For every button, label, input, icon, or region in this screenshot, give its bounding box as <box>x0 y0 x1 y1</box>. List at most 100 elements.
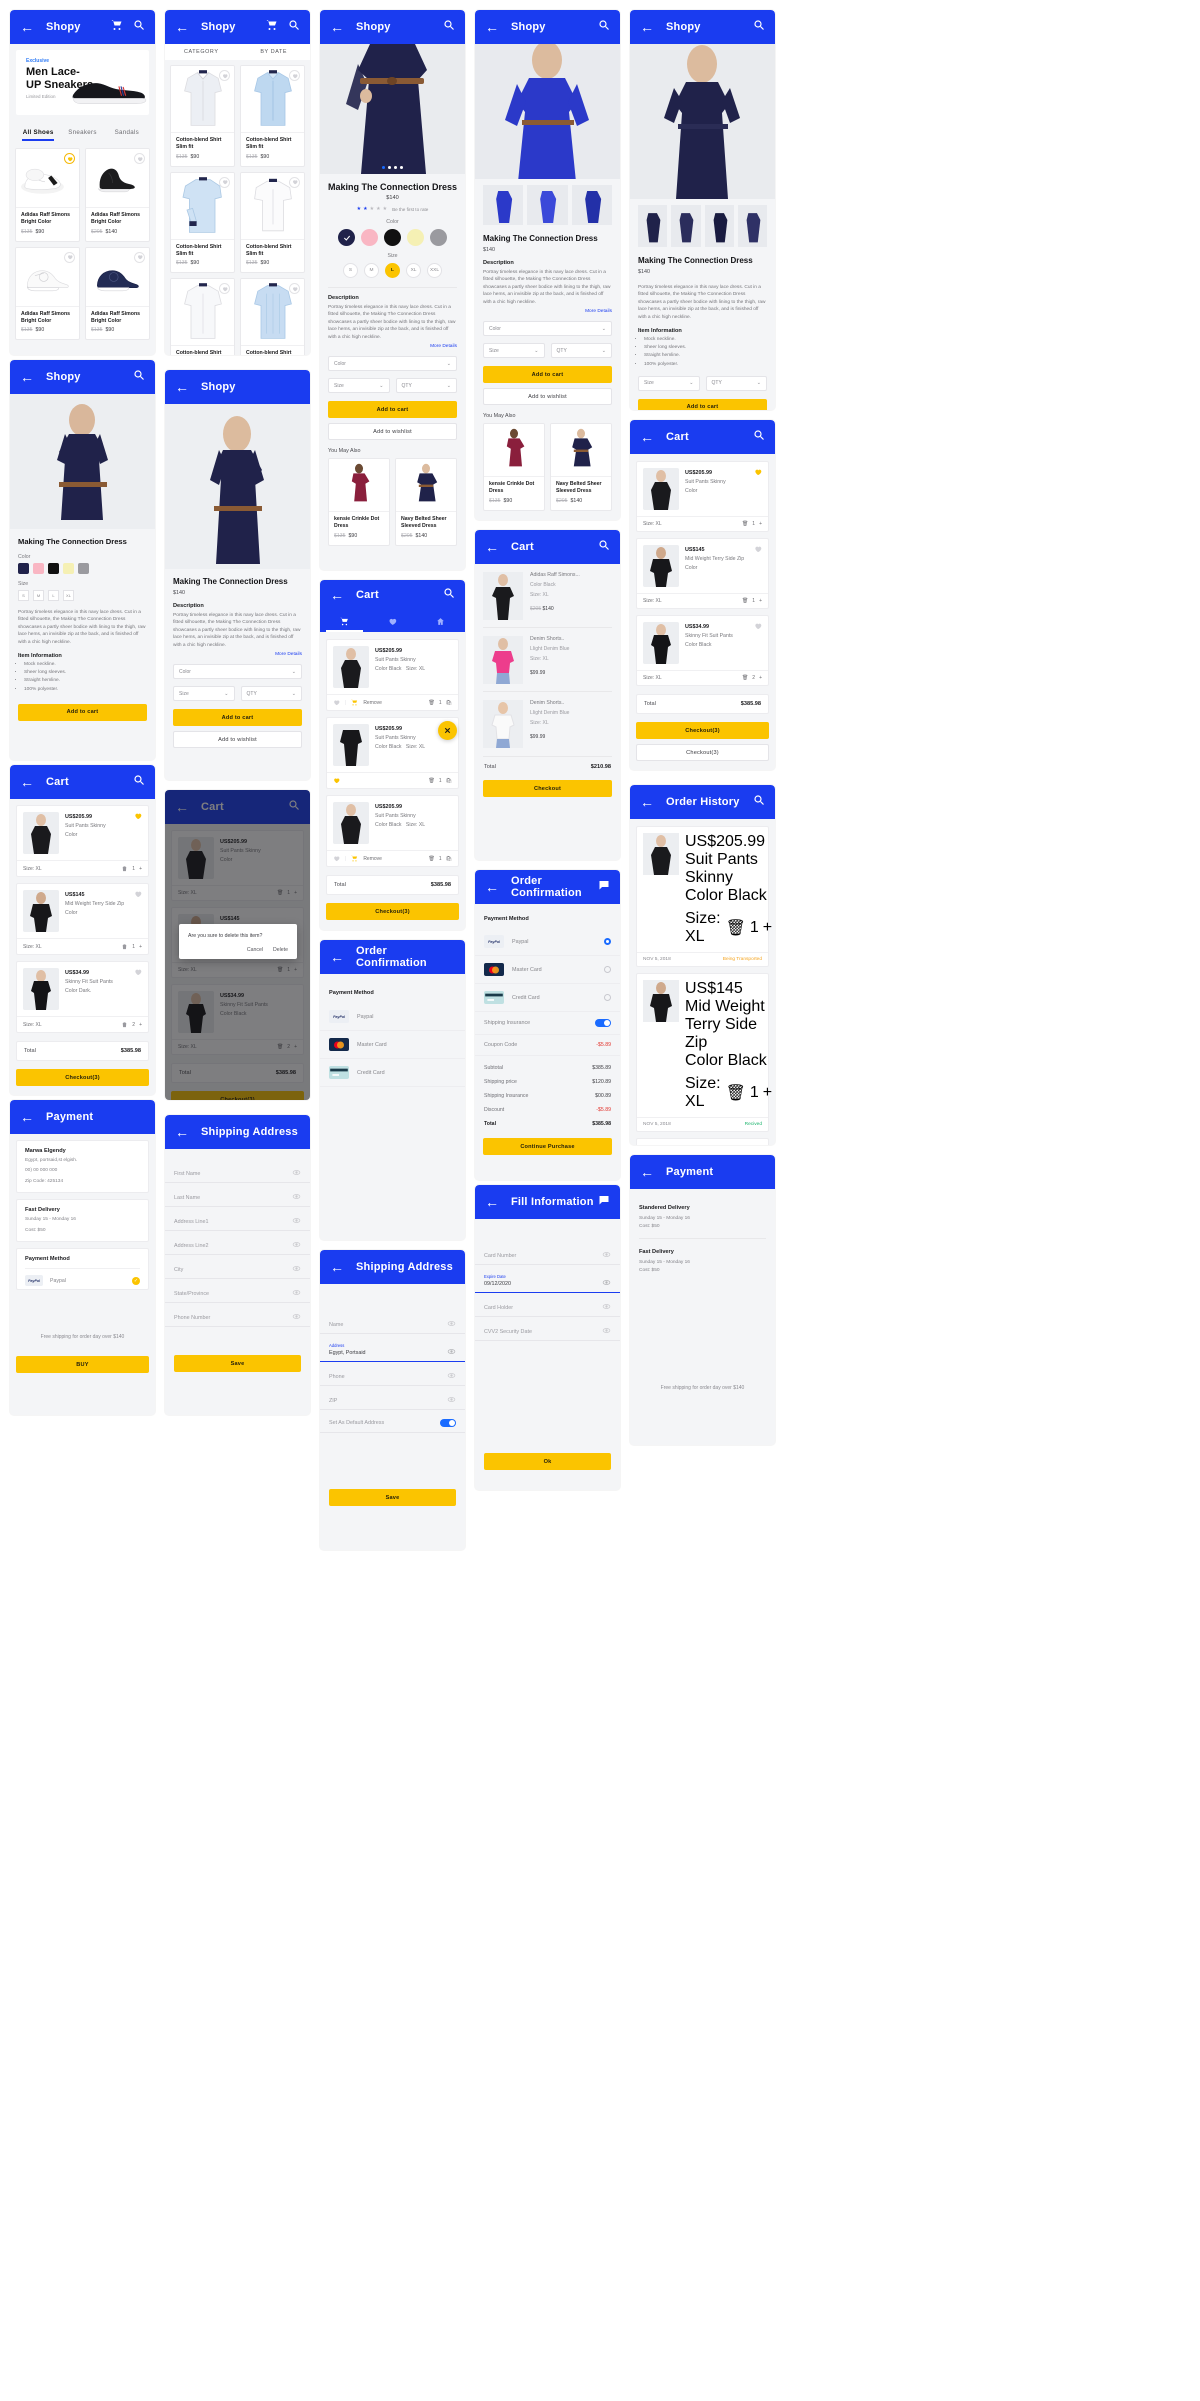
thumbnail[interactable] <box>571 185 612 225</box>
product-card[interactable]: Cotton-blend Shirt Slim fit$135$90 <box>240 65 305 167</box>
tab-sneakers[interactable]: Sneakers <box>60 121 104 143</box>
favorite-icon[interactable] <box>754 468 762 510</box>
size-option-l[interactable]: L <box>48 590 59 601</box>
image-carousel-dots[interactable] <box>320 166 465 169</box>
favorite-icon[interactable] <box>754 622 762 664</box>
standard-delivery-card[interactable]: Standered Delivery Sunday 15 - Monday 16… <box>630 1189 775 1229</box>
payment-method-mastercard[interactable]: Master Card <box>320 1031 465 1059</box>
shipping-insurance-toggle[interactable] <box>595 1019 611 1027</box>
last-name-field[interactable]: Last Name <box>165 1183 310 1207</box>
cart-item-row[interactable]: Denim Shorts.. LIight Denim Blue Size: X… <box>475 628 620 684</box>
back-icon[interactable]: ← <box>485 20 499 34</box>
product-card[interactable]: Adidas Raff Simons Bright Color $135 $90 <box>15 246 80 341</box>
thumbnail[interactable] <box>704 205 734 247</box>
add-to-wishlist-button[interactable]: Add to wishlist <box>483 388 612 406</box>
add-to-wishlist-button[interactable]: Add to wishlist <box>173 731 302 749</box>
favorite-icon[interactable] <box>219 176 230 188</box>
delivery-card[interactable]: Fast Delivery Sunday 15 - Monday 16 Cost… <box>16 1199 149 1243</box>
trash-icon[interactable]: 🗑 <box>726 918 746 938</box>
default-address-row[interactable]: Set As Default Address <box>320 1410 465 1433</box>
favorite-icon[interactable] <box>134 890 142 932</box>
favorite-icon[interactable] <box>333 699 340 706</box>
size-option-m[interactable]: M <box>33 590 44 601</box>
related-product-card[interactable]: kensie Crinkle Dot Dress $135 $90 <box>328 458 390 546</box>
trash-icon[interactable]: 🗑 <box>429 778 435 784</box>
payment-method-creditcard[interactable]: Credit Card <box>475 984 620 1012</box>
product-card[interactable]: Cotton-blend Shirt Slim fit$135$90 <box>170 278 235 355</box>
expire-date-field[interactable]: Expire Date 09/12/2020 <box>475 1265 620 1293</box>
cart-icon[interactable] <box>351 699 358 706</box>
continue-purchase-button[interactable]: Continue Purchase <box>483 1138 612 1155</box>
payment-method-paypal[interactable]: PayPal Paypal <box>320 1003 465 1031</box>
size-option-s[interactable]: S <box>343 263 358 278</box>
cart-item-row[interactable]: US$34.99 Skinny Fit Suit Pants Color Black… <box>636 615 769 686</box>
color-swatch-cream[interactable] <box>407 229 424 246</box>
bag-icon[interactable]: 🛍 <box>446 778 452 784</box>
thumbnail[interactable] <box>527 185 568 225</box>
order-history-row[interactable]: US$145 Mid Weight Terry Side Zip Color B… <box>636 973 772 1132</box>
color-select[interactable]: Color ⌄ <box>483 321 612 337</box>
size-option-s[interactable]: S <box>18 590 29 601</box>
trash-icon[interactable] <box>121 943 128 950</box>
color-swatch-black[interactable] <box>48 563 59 574</box>
color-swatch-grey[interactable] <box>430 229 447 246</box>
qty-select[interactable]: QTY ⌄ <box>240 686 302 702</box>
color-swatch-black[interactable] <box>384 229 401 246</box>
product-card[interactable]: Cotton-blend Shirt Slim fit$135$90 <box>170 65 235 167</box>
related-product-card[interactable]: Navy Belted Sheer Sleeved Dress $205 $140 <box>395 458 457 546</box>
back-icon[interactable]: ← <box>20 20 34 34</box>
name-field[interactable]: Name <box>320 1310 465 1334</box>
search-icon[interactable] <box>133 773 145 791</box>
favorite-icon[interactable] <box>134 968 142 1010</box>
size-select[interactable]: Size ⌄ <box>328 378 390 394</box>
save-button[interactable]: Save <box>329 1489 456 1506</box>
color-swatch-grey[interactable] <box>78 563 89 574</box>
increment-icon[interactable]: + <box>759 521 762 527</box>
increment-icon[interactable]: + <box>139 866 142 872</box>
back-icon[interactable]: ← <box>20 1110 34 1124</box>
add-to-cart-button[interactable]: Add to cart <box>173 709 302 727</box>
color-swatch-navy[interactable] <box>338 229 355 246</box>
search-icon[interactable] <box>753 428 765 446</box>
qty-select[interactable]: QTY ⌄ <box>705 375 767 391</box>
chat-icon[interactable] <box>598 878 610 896</box>
tab-all-shoes[interactable]: All Shoes <box>16 121 60 143</box>
back-icon[interactable]: ← <box>175 1125 189 1139</box>
checkout-primary-button[interactable]: Checkout(3) <box>636 722 769 739</box>
check-icon[interactable]: ✓ <box>132 1276 140 1285</box>
size-option-xl[interactable]: XL <box>406 263 421 278</box>
phone-number-field[interactable]: Phone Number <box>165 1303 310 1327</box>
trash-icon[interactable] <box>121 1021 128 1028</box>
search-icon[interactable] <box>598 538 610 556</box>
back-icon[interactable]: ← <box>330 1260 344 1274</box>
related-product-card[interactable]: kensie Crinkle Dot Dress $135 $90 <box>483 423 545 511</box>
add-to-wishlist-button[interactable]: Add to wishlist <box>328 423 457 441</box>
cart-item-row[interactable]: Adidas Raff Simons... Color Black Size: … <box>475 564 620 620</box>
tab-cart[interactable] <box>320 610 368 632</box>
address-field[interactable]: Address Egypt, Portsaid <box>320 1334 465 1362</box>
payment-method-paypal[interactable]: PayPal Paypal <box>475 928 620 956</box>
address-line1-field[interactable]: Address Line1 <box>165 1207 310 1231</box>
favorite-icon[interactable] <box>219 70 230 81</box>
thumbnail[interactable] <box>737 205 767 247</box>
add-to-cart-button[interactable]: Add to cart <box>18 703 147 721</box>
add-to-cart-button[interactable]: Add to cart <box>483 366 612 384</box>
favorite-icon[interactable] <box>333 855 340 862</box>
favorite-icon[interactable] <box>289 176 300 188</box>
address-line2-field[interactable]: Address Line2 <box>165 1231 310 1255</box>
city-field[interactable]: City <box>165 1255 310 1279</box>
card-number-field[interactable]: Card Number <box>475 1241 620 1265</box>
trash-icon[interactable] <box>121 865 128 872</box>
search-icon[interactable] <box>133 18 145 36</box>
default-address-toggle[interactable] <box>440 1419 456 1427</box>
back-icon[interactable]: ← <box>175 20 189 34</box>
product-card[interactable]: Cotton-blend Shirt Slim fit$135$90 <box>240 171 305 274</box>
product-card[interactable]: Adidas Raff Simons Bright Color $205 $140 <box>85 148 150 242</box>
search-icon[interactable] <box>288 18 300 36</box>
more-details-link[interactable]: More Details <box>475 306 620 314</box>
search-icon[interactable] <box>443 586 455 604</box>
size-option-xl[interactable]: XL <box>63 590 74 601</box>
cart-icon[interactable] <box>351 855 358 862</box>
cart-item-row[interactable]: Denim Shorts.. LIight Denim Blue Size: X… <box>475 692 620 748</box>
cart-item-row[interactable]: US$205.99 Suit Pants Skinny Color Black Si… <box>326 639 459 711</box>
